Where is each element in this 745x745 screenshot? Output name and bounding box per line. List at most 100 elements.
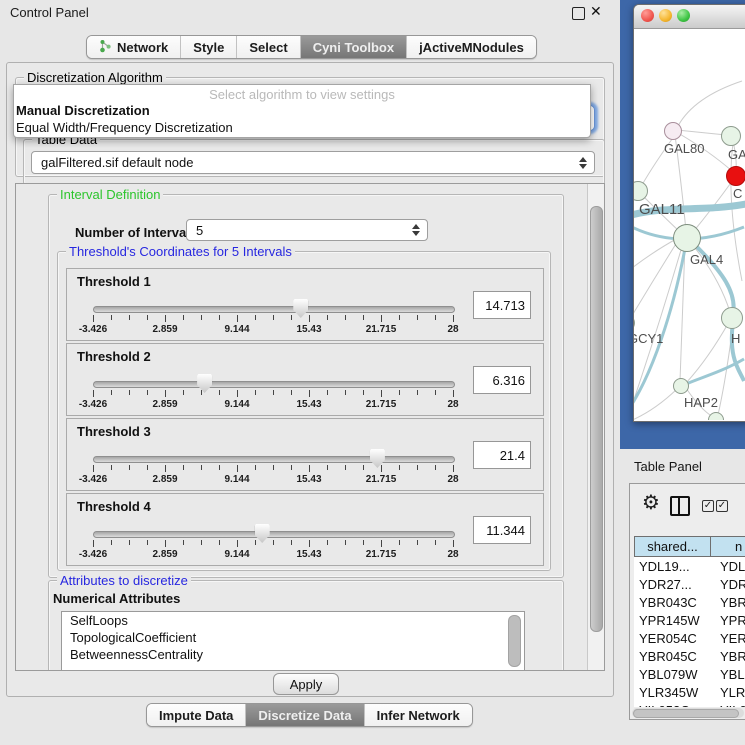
- minor-tick: [273, 540, 274, 545]
- minor-tick: [201, 465, 202, 470]
- table-hscrollbar-track[interactable]: [632, 708, 744, 718]
- main-scrollbar-thumb[interactable]: [590, 206, 603, 632]
- minor-tick: [291, 540, 292, 545]
- float-window-icon[interactable]: [572, 7, 585, 20]
- table-row[interactable]: YER054CYER0: [634, 629, 745, 647]
- attributes-list-scrollbar[interactable]: [508, 615, 521, 667]
- column-header-name[interactable]: n: [711, 537, 745, 556]
- tick-label: -3.426: [71, 474, 115, 485]
- cell-shared-name: YIL052C: [634, 703, 710, 708]
- minor-tick: [291, 465, 292, 470]
- major-tick: [165, 465, 166, 472]
- cell-shared-name: YBR043C: [634, 595, 710, 610]
- threshold-slider[interactable]: -3.4262.8599.14415.4321.71528: [93, 299, 453, 337]
- minor-tick: [183, 465, 184, 470]
- attribute-item[interactable]: SelfLoops: [62, 612, 524, 629]
- table-row[interactable]: YLR345WYLR3: [634, 683, 745, 701]
- node-gal4[interactable]: [673, 224, 701, 252]
- network-view-window: GAL80GACGAL11GAL4GCY1HHAP2: [633, 4, 745, 422]
- checkbox-icon[interactable]: ✓: [716, 500, 728, 512]
- minor-tick: [345, 315, 346, 320]
- network-canvas[interactable]: GAL80GACGAL11GAL4GCY1HHAP2: [634, 29, 745, 420]
- tab-network[interactable]: Network: [87, 36, 181, 58]
- table-data-combo[interactable]: galFiltered.sif default node: [31, 151, 595, 174]
- mac-close-button[interactable]: [641, 9, 654, 22]
- popup-item-manual-discretization[interactable]: Manual Discretization: [14, 102, 590, 119]
- threshold-slider[interactable]: -3.4262.8599.14415.4321.71528: [93, 374, 453, 412]
- major-tick: [93, 390, 94, 397]
- minor-tick: [417, 390, 418, 395]
- table-row[interactable]: YPR145WYPR1: [634, 611, 745, 629]
- major-tick: [237, 315, 238, 322]
- cell-shared-name: YBL079W: [634, 667, 710, 682]
- threshold-slider[interactable]: -3.4262.8599.14415.4321.71528: [93, 524, 453, 562]
- minor-tick: [201, 315, 202, 320]
- cyni-toolbox-panel: Discretization Algorithm Select algorith…: [6, 62, 614, 697]
- minor-tick: [111, 315, 112, 320]
- minor-tick: [273, 315, 274, 320]
- num-intervals-combo[interactable]: 5: [186, 219, 428, 241]
- table-row[interactable]: YBR045CYBR0: [634, 647, 745, 665]
- checkbox-icon[interactable]: ✓: [702, 500, 714, 512]
- attribute-item[interactable]: TopologicalCoefficient: [62, 629, 524, 646]
- table-row[interactable]: YBL079WYBL0: [634, 665, 745, 683]
- gear-icon[interactable]: ⚙: [642, 493, 660, 513]
- slider-track[interactable]: [93, 456, 455, 463]
- major-tick: [309, 540, 310, 547]
- table-row[interactable]: YDL19...YDL1: [634, 557, 745, 575]
- tab-infer-network[interactable]: Infer Network: [365, 704, 472, 726]
- minor-tick: [417, 465, 418, 470]
- tab-select[interactable]: Select: [237, 36, 300, 58]
- tick-label: 2.859: [143, 474, 187, 485]
- apply-button[interactable]: Apply: [273, 673, 339, 695]
- slider-track[interactable]: [93, 381, 455, 388]
- minor-tick: [255, 540, 256, 545]
- columns-icon[interactable]: [670, 496, 690, 516]
- table-row[interactable]: YDR27...YDR2: [634, 575, 745, 593]
- minor-tick: [435, 315, 436, 320]
- column-header-shared-name[interactable]: shared...: [635, 537, 711, 556]
- minor-tick: [399, 465, 400, 470]
- major-tick: [93, 540, 94, 547]
- tab-style[interactable]: Style: [181, 36, 237, 58]
- tick-label: 15.43: [287, 324, 331, 335]
- threshold-value-field[interactable]: 21.4: [473, 441, 531, 469]
- threshold-slider[interactable]: -3.4262.8599.14415.4321.71528: [93, 449, 453, 487]
- node-top-right[interactable]: [721, 126, 741, 146]
- interval-definition-group: Interval Definition Number of Intervals …: [48, 194, 564, 578]
- attribute-item[interactable]: BetweennessCentrality: [62, 646, 524, 663]
- major-tick: [93, 315, 94, 322]
- popup-item-equal-width-frequency-discretization[interactable]: Equal Width/Frequency Discretization: [14, 119, 590, 136]
- attributes-list: SelfLoopsTopologicalCoefficientBetweenne…: [61, 611, 525, 671]
- node-right-mid[interactable]: [721, 307, 743, 329]
- tab-discretize-data[interactable]: Discretize Data: [246, 704, 364, 726]
- threshold-value-field[interactable]: 6.316: [473, 366, 531, 394]
- table-hscrollbar-thumb[interactable]: [633, 709, 739, 718]
- thresholds-group: Threshold's Coordinates for 5 Intervals …: [57, 251, 551, 571]
- network-window-titlebar[interactable]: [634, 5, 745, 29]
- cell-shared-name: YDL19...: [634, 559, 710, 574]
- major-tick: [165, 540, 166, 547]
- main-scrollbar-track[interactable]: [587, 184, 604, 670]
- tab-label: Style: [193, 40, 224, 55]
- major-tick: [165, 315, 166, 322]
- node-gal80[interactable]: [664, 122, 682, 140]
- mac-minimize-button[interactable]: [659, 9, 672, 22]
- tab-impute-data[interactable]: Impute Data: [147, 704, 246, 726]
- node-hap2[interactable]: [673, 378, 689, 394]
- mac-zoom-button[interactable]: [677, 9, 690, 22]
- threshold-value-field[interactable]: 11.344: [473, 516, 531, 544]
- close-icon[interactable]: ✕: [590, 3, 602, 20]
- table-row[interactable]: YBR043CYBR0: [634, 593, 745, 611]
- tab-cyni-toolbox[interactable]: Cyni Toolbox: [301, 36, 407, 58]
- node-red[interactable]: [726, 166, 745, 186]
- major-tick: [165, 390, 166, 397]
- slider-track[interactable]: [93, 531, 455, 538]
- minor-tick: [129, 465, 130, 470]
- tick-label: 9.144: [215, 399, 259, 410]
- threshold-value-field[interactable]: 14.713: [473, 291, 531, 319]
- slider-track[interactable]: [93, 306, 455, 313]
- minor-tick: [129, 390, 130, 395]
- tab-jactivemnodules[interactable]: jActiveMNodules: [407, 36, 536, 58]
- table-row[interactable]: YIL052CYIL0: [634, 701, 745, 707]
